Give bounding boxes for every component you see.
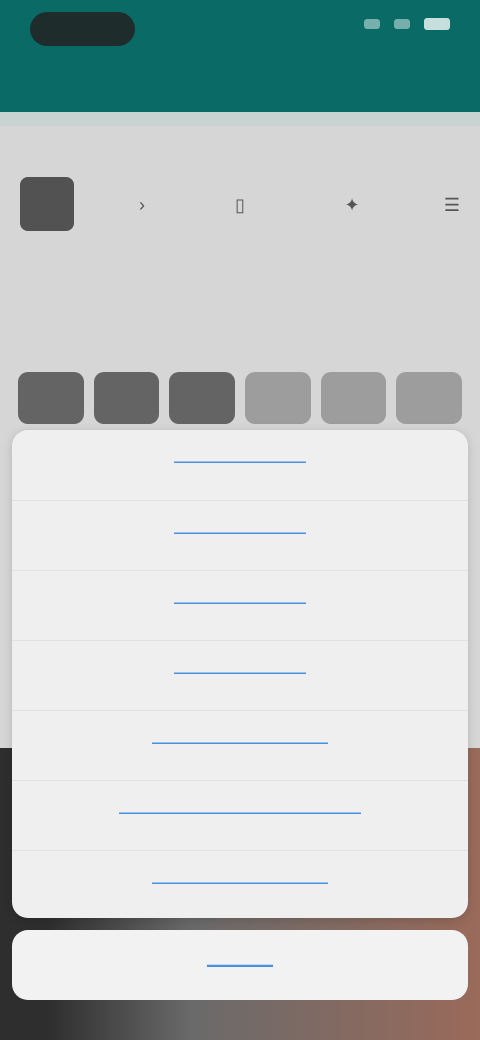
top-icon-row: › ▯ ✦ ☰ bbox=[0, 165, 480, 235]
action-option-1[interactable]: —————— bbox=[12, 430, 468, 492]
action-option-7[interactable]: ———————— bbox=[12, 850, 468, 913]
filter-chips bbox=[18, 372, 463, 424]
signal-icon bbox=[364, 19, 380, 29]
action-option-5[interactable]: ———————— bbox=[12, 710, 468, 773]
star-icon[interactable]: ✦ bbox=[340, 193, 364, 217]
action-sheet: —————— —————— —————— —————— ———————— ———… bbox=[12, 430, 468, 918]
status-indicator bbox=[30, 12, 135, 46]
status-icons bbox=[364, 18, 450, 30]
chip-4[interactable] bbox=[245, 372, 311, 424]
chip-6[interactable] bbox=[396, 372, 463, 424]
battery-icon bbox=[424, 18, 450, 30]
app-header bbox=[0, 0, 480, 112]
chip-3[interactable] bbox=[169, 372, 236, 424]
action-option-6[interactable]: ——————————— bbox=[12, 780, 468, 843]
grid-icon[interactable] bbox=[20, 177, 74, 231]
action-option-2[interactable]: —————— bbox=[12, 500, 468, 563]
mic-icon[interactable]: ▯ bbox=[228, 193, 252, 217]
action-option-3[interactable]: —————— bbox=[12, 570, 468, 633]
toolbar-divider bbox=[0, 112, 480, 126]
action-option-4[interactable]: —————— bbox=[12, 640, 468, 703]
chip-2[interactable] bbox=[93, 372, 160, 424]
chip-1[interactable] bbox=[18, 372, 84, 424]
wifi-icon bbox=[394, 19, 410, 29]
chip-5[interactable] bbox=[320, 372, 387, 424]
chevron-icon[interactable]: › bbox=[130, 193, 154, 217]
menu-icon[interactable]: ☰ bbox=[440, 193, 464, 217]
cancel-button[interactable]: ——— bbox=[12, 930, 468, 1000]
